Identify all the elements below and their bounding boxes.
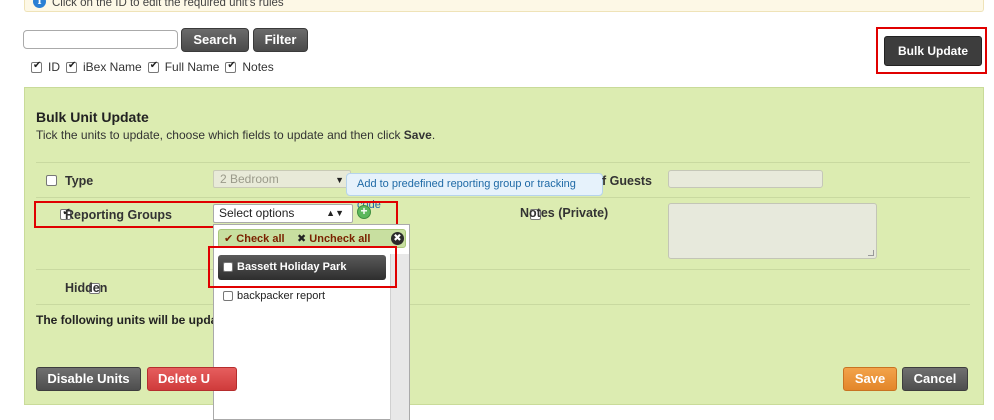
check-all-label: Check all (236, 233, 285, 245)
divider (36, 162, 970, 163)
column-full-name-checkbox[interactable] (147, 60, 159, 73)
uncheck-all-label: Uncheck all (309, 233, 371, 245)
highlight-box-bulk-update (876, 27, 987, 74)
type-checkbox[interactable] (46, 175, 57, 187)
column-notes-label: Notes (242, 60, 274, 74)
type-select-value: 2 Bedroom (220, 172, 279, 186)
disable-units-button[interactable]: Disable Units (36, 367, 141, 391)
close-icon[interactable]: ✖ (391, 232, 404, 245)
notes-label: Notes (Private) (520, 206, 609, 220)
highlight-box-option (208, 246, 397, 288)
subtitle-end: . (431, 128, 436, 142)
divider (36, 197, 970, 198)
delete-units-button[interactable]: Delete U (147, 367, 237, 391)
cancel-button[interactable]: Cancel (902, 367, 968, 391)
column-full-name-label: Full Name (164, 60, 220, 74)
subtitle-text: Tick the units to update, choose which f… (36, 128, 404, 142)
subtitle-bold: Save (403, 128, 432, 142)
guests-input (668, 170, 823, 188)
option-checkbox[interactable] (223, 291, 233, 302)
hidden-label: Hidden (65, 281, 108, 295)
tooltip: Add to predefined reporting group or tra… (346, 173, 603, 211)
panel-subtitle: Tick the units to update, choose which f… (36, 128, 435, 142)
search-input[interactable] (23, 30, 178, 49)
filter-button[interactable]: Filter (253, 28, 308, 52)
column-ibex-name-label: iBex Name (83, 60, 142, 74)
divider (36, 304, 970, 305)
search-button[interactable]: Search (181, 28, 249, 52)
info-text: Click on the ID to edit the required uni… (52, 0, 284, 9)
units-text: The following units will be upda (36, 313, 218, 327)
close-x-icon: ✖ (297, 233, 307, 245)
panel-title: Bulk Unit Update (36, 109, 149, 125)
resize-grip-icon[interactable] (868, 250, 874, 256)
check-all-link[interactable]: ✔ Check all (224, 232, 285, 245)
guests-label: f Guests (602, 174, 653, 188)
option-label: backpacker report (237, 290, 326, 302)
dropdown-option[interactable]: backpacker report (223, 290, 325, 302)
chevron-down-icon: ▼ (335, 175, 344, 185)
type-select: 2 Bedroom ▼ (213, 170, 351, 188)
column-id-label: ID (48, 60, 60, 74)
divider (36, 269, 970, 270)
uncheck-all-link[interactable]: ✖ Uncheck all (297, 232, 370, 245)
column-notes-checkbox[interactable] (225, 60, 237, 73)
save-button[interactable]: Save (843, 367, 897, 391)
notes-textarea[interactable] (668, 203, 877, 259)
column-toggles: ID iBex Name Full Name Notes (31, 60, 274, 74)
column-id-checkbox[interactable] (31, 60, 42, 73)
column-ibex-name-checkbox[interactable] (66, 60, 77, 73)
type-label: Type (65, 174, 94, 188)
